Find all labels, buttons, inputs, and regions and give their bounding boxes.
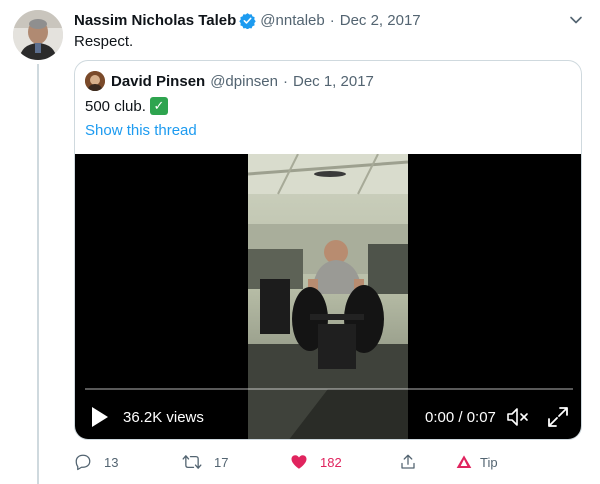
heart-icon xyxy=(291,455,307,469)
chevron-down-icon[interactable] xyxy=(568,12,584,28)
video-view-count: 36.2K views xyxy=(123,409,204,426)
video-frame xyxy=(248,154,408,439)
quoted-author-name: David Pinsen xyxy=(111,72,206,90)
tweet-date[interactable]: Dec 2, 2017 xyxy=(340,12,421,29)
quoted-tweet-card[interactable]: David Pinsen @dpinsen · Dec 1, 2017 500 … xyxy=(74,60,582,440)
quoted-author-avatar xyxy=(85,71,105,91)
retweet-button[interactable]: 17 xyxy=(182,450,228,474)
thread-line xyxy=(37,64,39,484)
share-icon xyxy=(401,454,415,469)
expand-icon[interactable] xyxy=(547,406,569,428)
tweet-text: Respect. xyxy=(74,33,134,50)
verified-badge-icon xyxy=(239,12,257,29)
quoted-tweet-text: 500 club. xyxy=(85,97,146,115)
show-thread-link[interactable]: Show this thread xyxy=(85,122,197,139)
tip-label: Tip xyxy=(480,454,498,470)
quoted-header-separator: · xyxy=(282,72,288,90)
reply-count: 13 xyxy=(104,454,119,470)
quoted-tweet-header: David Pinsen @dpinsen · Dec 1, 2017 xyxy=(85,71,374,91)
retweet-icon xyxy=(182,455,202,469)
tweet-actions-bar: 13 17 182 Tip xyxy=(74,450,504,474)
quoted-author-handle: @dpinsen xyxy=(210,72,278,90)
check-mark-icon: ✓ xyxy=(149,97,168,115)
tip-button[interactable]: Tip xyxy=(456,450,498,474)
author-handle[interactable]: @nntaleb xyxy=(260,12,324,29)
tip-icon xyxy=(456,455,472,468)
muted-speaker-icon[interactable] xyxy=(506,406,530,428)
video-progress-bar[interactable] xyxy=(85,388,573,390)
quoted-tweet-date: Dec 1, 2017 xyxy=(292,72,374,90)
retweet-count: 17 xyxy=(214,454,229,470)
play-icon[interactable] xyxy=(91,406,109,428)
like-button[interactable]: 182 xyxy=(290,450,342,474)
share-button[interactable] xyxy=(399,450,429,474)
tweet-header: Nassim Nicholas Taleb @nntaleb · Dec 2, … xyxy=(74,10,421,30)
video-timestamp: 0:00 / 0:07 xyxy=(425,409,496,426)
author-avatar[interactable] xyxy=(13,10,63,60)
author-name[interactable]: Nassim Nicholas Taleb xyxy=(74,12,236,29)
like-count: 182 xyxy=(320,454,342,470)
video-player[interactable]: 36.2K views 0:00 / 0:07 xyxy=(75,154,581,439)
reply-button[interactable]: 13 xyxy=(74,450,118,474)
header-separator: · xyxy=(329,11,335,29)
quoted-tweet-text-row: 500 club. ✓ xyxy=(85,97,168,115)
reply-icon xyxy=(75,454,91,471)
